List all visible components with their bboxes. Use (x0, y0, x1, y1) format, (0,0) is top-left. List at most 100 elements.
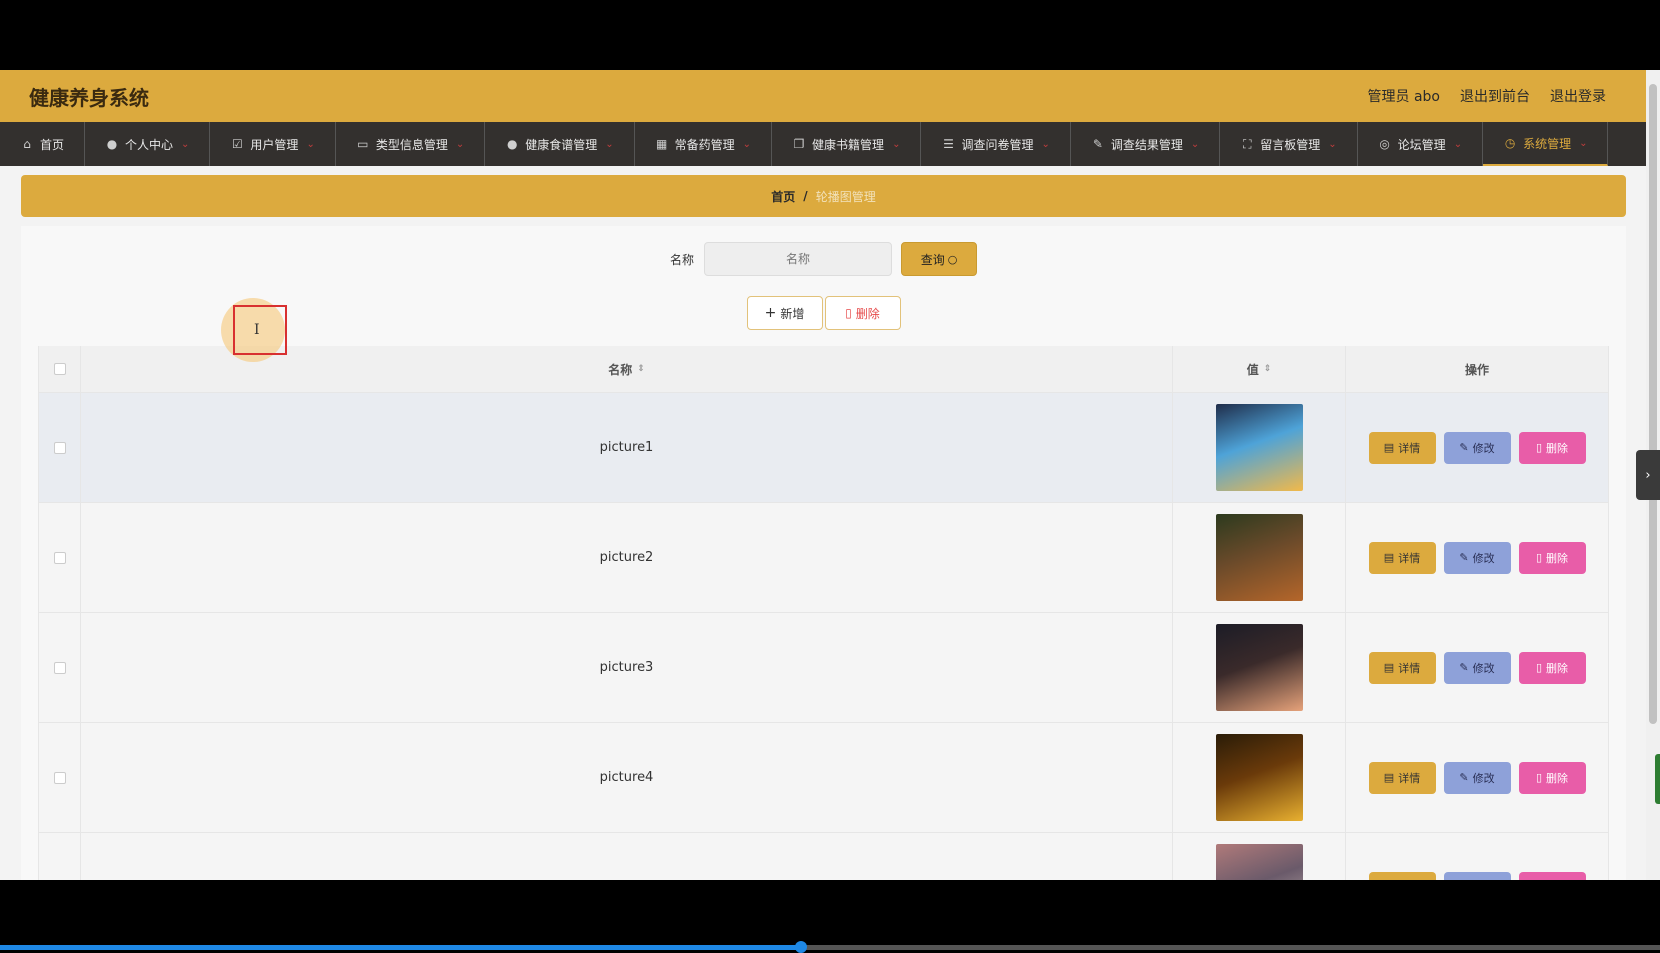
nav-item-1[interactable]: ● 个人中心 ⌄ (85, 122, 211, 166)
table-body: picture1 ▤ 详情 ✎ 修改 ▯ 删除 picture2 ▤ 详情 ✎ 修改 ▯ 删除 pictur… (39, 393, 1608, 880)
header: 健康养身系统 管理员 abo 退出到前台 退出登录 (0, 70, 1646, 122)
row-check-cell (39, 503, 81, 612)
row-checkbox[interactable] (53, 441, 66, 454)
edit-icon: ✎ (1459, 771, 1469, 784)
row-value (1173, 723, 1346, 832)
nav-item-2[interactable]: ☑ 用户管理 ⌄ (210, 122, 336, 166)
edit-icon: ✎ (1459, 441, 1469, 454)
breadcrumb-home[interactable]: 首页 (771, 188, 795, 205)
nav-item-label: 常备药管理 (674, 137, 735, 152)
nav-item-5[interactable]: ▦ 常备药管理 ⌄ (635, 122, 773, 166)
edit-label: 修改 (1473, 880, 1495, 881)
trash-icon: ▯ (1535, 661, 1543, 674)
search-button[interactable]: 查询 ○ (901, 242, 977, 276)
nav-item-label: 健康食谱管理 (525, 137, 598, 152)
table-row[interactable]: picture1 ▤ 详情 ✎ 修改 ▯ 删除 (39, 393, 1608, 503)
detail-button[interactable]: ▤详情 (1368, 651, 1436, 684)
row-value (1173, 833, 1346, 880)
header-value[interactable]: 值 ⇕ (1173, 346, 1346, 392)
header-actions: 管理员 abo 退出到前台 退出登录 (1368, 86, 1606, 106)
row-name: picture2 (81, 503, 1173, 612)
delete-button[interactable]: ▯删除 (1518, 761, 1586, 794)
delete-label: 删除 (1546, 661, 1569, 675)
header-name-label: 名称 (608, 362, 633, 377)
edit-button[interactable]: ✎修改 (1443, 761, 1511, 794)
edit-button[interactable]: ✎修改 (1443, 431, 1511, 464)
edit-icon: ✎ (1459, 551, 1469, 564)
batch-delete-label: 删除 (855, 306, 880, 321)
nav-item-11[interactable]: ◷ 系统管理 ⌄ (1483, 122, 1609, 166)
delete-button[interactable]: ▯删除 (1518, 541, 1586, 574)
check-square-icon: ☑ (232, 137, 243, 151)
row-checkbox[interactable] (53, 551, 66, 564)
video-progress-bar[interactable] (0, 941, 1660, 953)
nav-item-10[interactable]: ◎ 论坛管理 ⌄ (1358, 122, 1484, 166)
chevron-down-icon: ⌄ (1579, 137, 1588, 149)
nav-item-9[interactable]: ⛶ 留言板管理 ⌄ (1220, 122, 1358, 166)
logout-link[interactable]: 退出登录 (1550, 86, 1606, 106)
detail-button[interactable]: ▤详情 (1368, 761, 1436, 794)
row-thumbnail[interactable] (1215, 514, 1303, 601)
trash-icon: ▯ (1535, 771, 1543, 784)
row-thumbnail[interactable] (1215, 624, 1303, 711)
scrollbar-thumb[interactable] (1649, 84, 1657, 724)
to-front-link[interactable]: 退出到前台 (1460, 86, 1530, 106)
app-title: 健康养身系统 (29, 86, 149, 110)
grid-icon: ▦ (655, 137, 668, 151)
nav-item-6[interactable]: ❐ 健康书籍管理 ⌄ (772, 122, 922, 166)
row-ops: ▤详情✎修改▯删除 (1346, 503, 1608, 612)
row-checkbox[interactable] (53, 661, 66, 674)
row-thumbnail[interactable] (1215, 844, 1303, 880)
edit-button[interactable]: ✎修改 (1443, 871, 1511, 881)
delete-button[interactable]: ▯删除 (1518, 431, 1586, 464)
row-ops: ▤详情✎修改▯删除 (1346, 723, 1608, 832)
row-value (1173, 613, 1346, 722)
breadcrumb: 首页 / 轮播图管理 (21, 175, 1626, 217)
nav-item-7[interactable]: ☰ 调查问卷管理 ⌄ (921, 122, 1071, 166)
nav-item-8[interactable]: ✎ 调查结果管理 ⌄ (1071, 122, 1221, 166)
chevron-down-icon: ⌄ (181, 138, 190, 150)
header-value-label: 值 (1246, 362, 1259, 377)
add-button[interactable]: + 新增 (746, 296, 823, 330)
row-thumbnail[interactable] (1215, 734, 1303, 821)
batch-delete-button[interactable]: ▯ 删除 (824, 296, 901, 330)
nav-item-label: 类型信息管理 (375, 137, 448, 152)
delete-label: 删除 (1546, 441, 1569, 455)
edit-button[interactable]: ✎修改 (1443, 541, 1511, 574)
chevron-down-icon: ⌄ (605, 138, 614, 150)
select-all-checkbox[interactable] (53, 363, 66, 375)
nav-item-label: 调查结果管理 (1110, 137, 1183, 152)
nav-item-4[interactable]: ● 健康食谱管理 ⌄ (485, 122, 635, 166)
detail-button[interactable]: ▤详情 (1368, 541, 1436, 574)
chevron-down-icon: ⌄ (1041, 138, 1050, 150)
progress-fill (0, 945, 800, 950)
nav-item-0[interactable]: ⌂ 首页 (0, 122, 86, 166)
edit-button[interactable]: ✎修改 (1443, 651, 1511, 684)
nav-item-label: 留言板管理 (1260, 137, 1321, 152)
row-thumbnail[interactable] (1215, 404, 1303, 491)
nav-item-3[interactable]: ▭ 类型信息管理 ⌄ (336, 122, 486, 166)
table-row[interactable]: picture5 ▤详情 ✎修改 ▯删除 (39, 833, 1608, 880)
search-input[interactable] (704, 242, 892, 276)
row-check-cell (39, 723, 81, 832)
delete-button[interactable]: ▯删除 (1518, 871, 1586, 880)
header-ops: 操作 (1464, 362, 1489, 377)
chevron-down-icon: ⌄ (742, 138, 752, 150)
document-icon: ▤ (1383, 551, 1395, 564)
chevron-down-icon: ⌄ (306, 138, 315, 150)
detail-label: 详情 (1398, 551, 1421, 565)
table-row[interactable]: picture4 ▤ 详情 ✎ 修改 ▯ 删除 (39, 723, 1608, 833)
detail-button[interactable]: ▤详情 (1368, 431, 1436, 464)
table-row[interactable]: picture3 ▤ 详情 ✎ 修改 ▯ 删除 (39, 613, 1608, 723)
nav-item-label: 健康书籍管理 (812, 137, 885, 152)
sort-icon: ⇕ (1263, 363, 1272, 374)
trash-icon: ▯ (845, 306, 852, 320)
side-panel-toggle[interactable]: › (1636, 450, 1660, 500)
table-row[interactable]: picture2 ▤ 详情 ✎ 修改 ▯ 删除 (39, 503, 1608, 613)
delete-label: 删除 (1546, 551, 1569, 565)
row-name: picture1 (81, 393, 1173, 502)
progress-knob[interactable] (795, 941, 807, 953)
delete-button[interactable]: ▯删除 (1518, 651, 1586, 684)
row-checkbox[interactable] (53, 771, 66, 784)
detail-button[interactable]: ▤详情 (1368, 871, 1436, 880)
